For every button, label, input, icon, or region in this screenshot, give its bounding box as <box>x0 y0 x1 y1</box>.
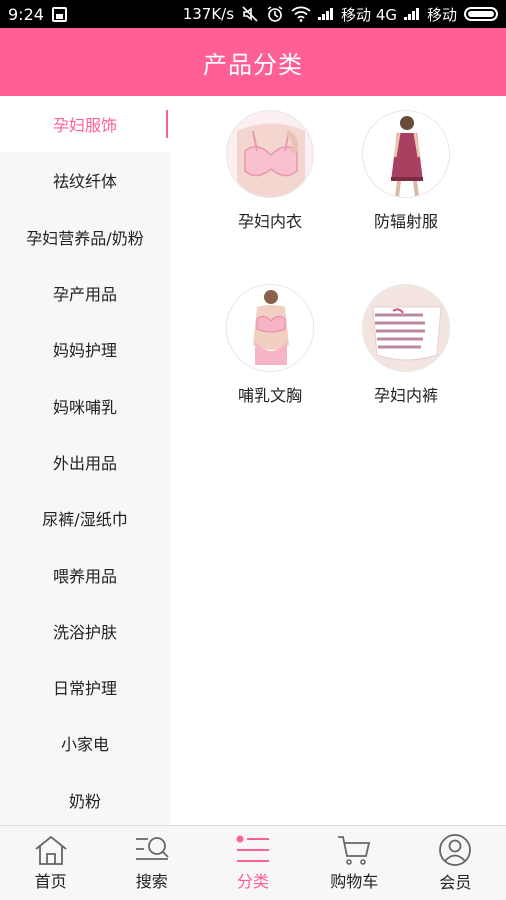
sidebar-item-label: 日常护理 <box>52 679 117 699</box>
sidebar-item-label: 洗浴护肤 <box>52 622 117 642</box>
maternity-bra-image <box>226 110 314 198</box>
product-item-maternity-panties[interactable]: 孕妇内裤 <box>346 284 466 406</box>
page-title: 产品分类 <box>203 50 303 79</box>
nav-label: 会员 <box>439 873 472 892</box>
product-item-radiation-dress[interactable]: 防辐射服 <box>346 110 466 232</box>
nav-label: 分类 <box>237 872 270 891</box>
sidebar-item-label: 妈妈护理 <box>52 341 117 361</box>
page-header: 产品分类 <box>0 28 506 96</box>
signal-icon <box>403 8 420 20</box>
home-icon <box>35 835 67 865</box>
nav-label: 购物车 <box>330 872 379 891</box>
cart-icon <box>338 836 371 865</box>
sidebar-item-label: 小家电 <box>60 735 109 755</box>
battery-icon <box>464 7 498 21</box>
sidebar-item-small-appliances[interactable]: 小家电 <box>0 715 170 771</box>
sidebar-item-label: 尿裤/湿纸巾 <box>42 510 128 530</box>
status-bar: 9:24 137K/s 移动 4G 移动 <box>0 0 506 28</box>
sidebar-item-slimming[interactable]: 祛纹纤体 <box>0 152 170 208</box>
sidebar-item-breastfeeding[interactable]: 妈咪哺乳 <box>0 377 170 433</box>
network-speed: 137K/s <box>182 5 235 23</box>
nav-member[interactable]: 会员 <box>405 826 506 900</box>
maternity-panties-image <box>362 284 450 372</box>
signal-icon <box>318 8 334 20</box>
nav-home[interactable]: 首页 <box>0 826 101 900</box>
sidebar-item-outdoor[interactable]: 外出用品 <box>0 434 170 490</box>
sidebar-item-label: 妈咪哺乳 <box>52 397 117 417</box>
search-icon <box>135 837 169 860</box>
sidebar-item-label: 外出用品 <box>52 453 117 473</box>
status-time: 9:24 <box>8 4 44 24</box>
nav-search[interactable]: 搜索 <box>101 826 202 900</box>
sidebar-item-diapers[interactable]: 尿裤/湿纸巾 <box>0 490 170 546</box>
nav-label: 搜索 <box>135 872 168 891</box>
category-icon <box>236 835 269 862</box>
category-sidebar: 孕妇服饰 祛纹纤体 孕妇营养品/奶粉 孕产用品 妈妈护理 妈咪哺乳 外出用品 尿… <box>0 96 170 825</box>
radiation-dress-image <box>362 110 450 198</box>
product-item-maternity-bra[interactable]: 孕妇内衣 <box>210 110 330 232</box>
alarm-icon <box>267 6 283 22</box>
gallery-icon <box>51 6 67 22</box>
sidebar-item-nutrition[interactable]: 孕妇营养品/奶粉 <box>0 209 170 265</box>
wifi-icon <box>291 6 311 22</box>
carrier-2: 移动 <box>426 5 457 24</box>
product-item-nursing-bra[interactable]: 哺乳文胸 <box>210 284 330 406</box>
sidebar-item-label: 孕妇营养品/奶粉 <box>26 228 144 248</box>
sidebar-item-bath-skincare[interactable]: 洗浴护肤 <box>0 603 170 659</box>
carrier-1: 移动 4G <box>341 5 397 24</box>
nav-label: 首页 <box>34 872 67 891</box>
product-name: 哺乳文胸 <box>237 386 302 405</box>
sidebar-item-milk-powder[interactable]: 奶粉 <box>0 772 170 828</box>
member-icon <box>439 834 472 866</box>
sidebar-item-label: 祛纹纤体 <box>52 172 117 192</box>
product-name: 孕妇内裤 <box>373 386 438 405</box>
sidebar-item-label: 孕妇服饰 <box>52 116 117 136</box>
product-name: 孕妇内衣 <box>237 212 302 231</box>
product-name: 防辐射服 <box>373 212 438 231</box>
sidebar-item-label: 奶粉 <box>68 791 101 811</box>
sidebar-item-label: 孕产用品 <box>52 285 117 305</box>
sidebar-item-maternity-supplies[interactable]: 孕产用品 <box>0 265 170 321</box>
sidebar-item-feeding[interactable]: 喂养用品 <box>0 546 170 602</box>
sidebar-item-daily-care[interactable]: 日常护理 <box>0 659 170 715</box>
mute-icon <box>242 6 258 22</box>
bottom-nav: 首页 搜索 分类 购物车 会员 <box>0 825 506 900</box>
product-grid: 孕妇内衣 防辐射服 哺乳文胸 孕妇内裤 <box>170 96 506 825</box>
nav-cart[interactable]: 购物车 <box>304 826 405 900</box>
sidebar-item-mom-care[interactable]: 妈妈护理 <box>0 321 170 377</box>
sidebar-item-maternity-clothing[interactable]: 孕妇服饰 <box>0 96 170 153</box>
sidebar-item-label: 喂养用品 <box>52 566 117 586</box>
nav-category[interactable]: 分类 <box>202 826 303 900</box>
nursing-bra-image <box>226 284 314 372</box>
